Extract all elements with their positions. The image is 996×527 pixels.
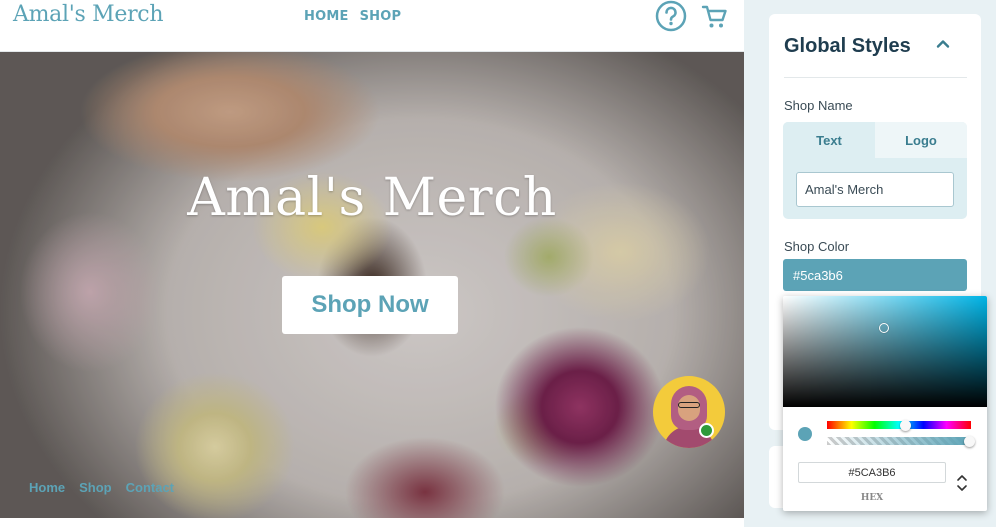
avatar-glasses-shape [678,402,700,408]
color-mode-label: HEX [860,493,884,503]
tab-logo[interactable]: Logo [875,122,967,158]
online-status-dot [699,423,714,438]
shop-name-group: Text Logo [783,122,967,219]
chevron-up-down-icon[interactable] [955,472,969,494]
hero-title: Amal's Merch [187,168,557,228]
footer-home-link[interactable]: Home [29,480,65,495]
footer-contact-link[interactable]: Contact [126,480,174,495]
tab-text[interactable]: Text [783,122,875,158]
alpha-slider[interactable] [827,437,971,445]
store-logo[interactable]: Amal's Merch [13,2,163,27]
color-preview-swatch [798,427,812,441]
store-header: Amal's Merch HOME SHOP [0,0,744,52]
nav-home-link[interactable]: HOME [304,9,349,24]
hue-slider[interactable] [827,421,971,429]
avatar-face-shape [678,395,700,421]
footer-shop-link[interactable]: Shop [79,480,112,495]
avatar[interactable] [653,376,725,448]
shopping-cart-icon[interactable] [701,3,729,31]
alpha-slider-thumb[interactable] [964,436,975,447]
shop-name-input[interactable] [796,172,954,207]
shop-color-field[interactable]: #5ca3b6 [783,259,967,291]
hex-input[interactable] [798,462,946,483]
panel-title: Global Styles [784,35,911,57]
hero-banner: Amal's Merch Shop Now Home Shop Contact [0,52,744,518]
store-nav: HOME SHOP [304,9,401,24]
shop-color-label: Shop Color [784,239,850,254]
saturation-cursor[interactable] [879,323,889,333]
help-circle-icon[interactable] [655,0,687,32]
shop-color-value: #5ca3b6 [793,267,843,283]
saturation-area[interactable] [783,296,987,407]
shop-name-label: Shop Name [784,98,853,113]
chevron-up-icon[interactable] [935,36,951,52]
nav-shop-link[interactable]: SHOP [360,9,402,24]
shop-now-button[interactable]: Shop Now [282,276,458,334]
hue-slider-thumb[interactable] [900,420,911,431]
footer-nav: Home Shop Contact [29,480,174,495]
store-preview: Amal's Merch HOME SHOP Amal's Merch Shop… [0,0,744,527]
color-picker-popover: HEX [783,296,987,511]
panel-divider [784,77,967,78]
